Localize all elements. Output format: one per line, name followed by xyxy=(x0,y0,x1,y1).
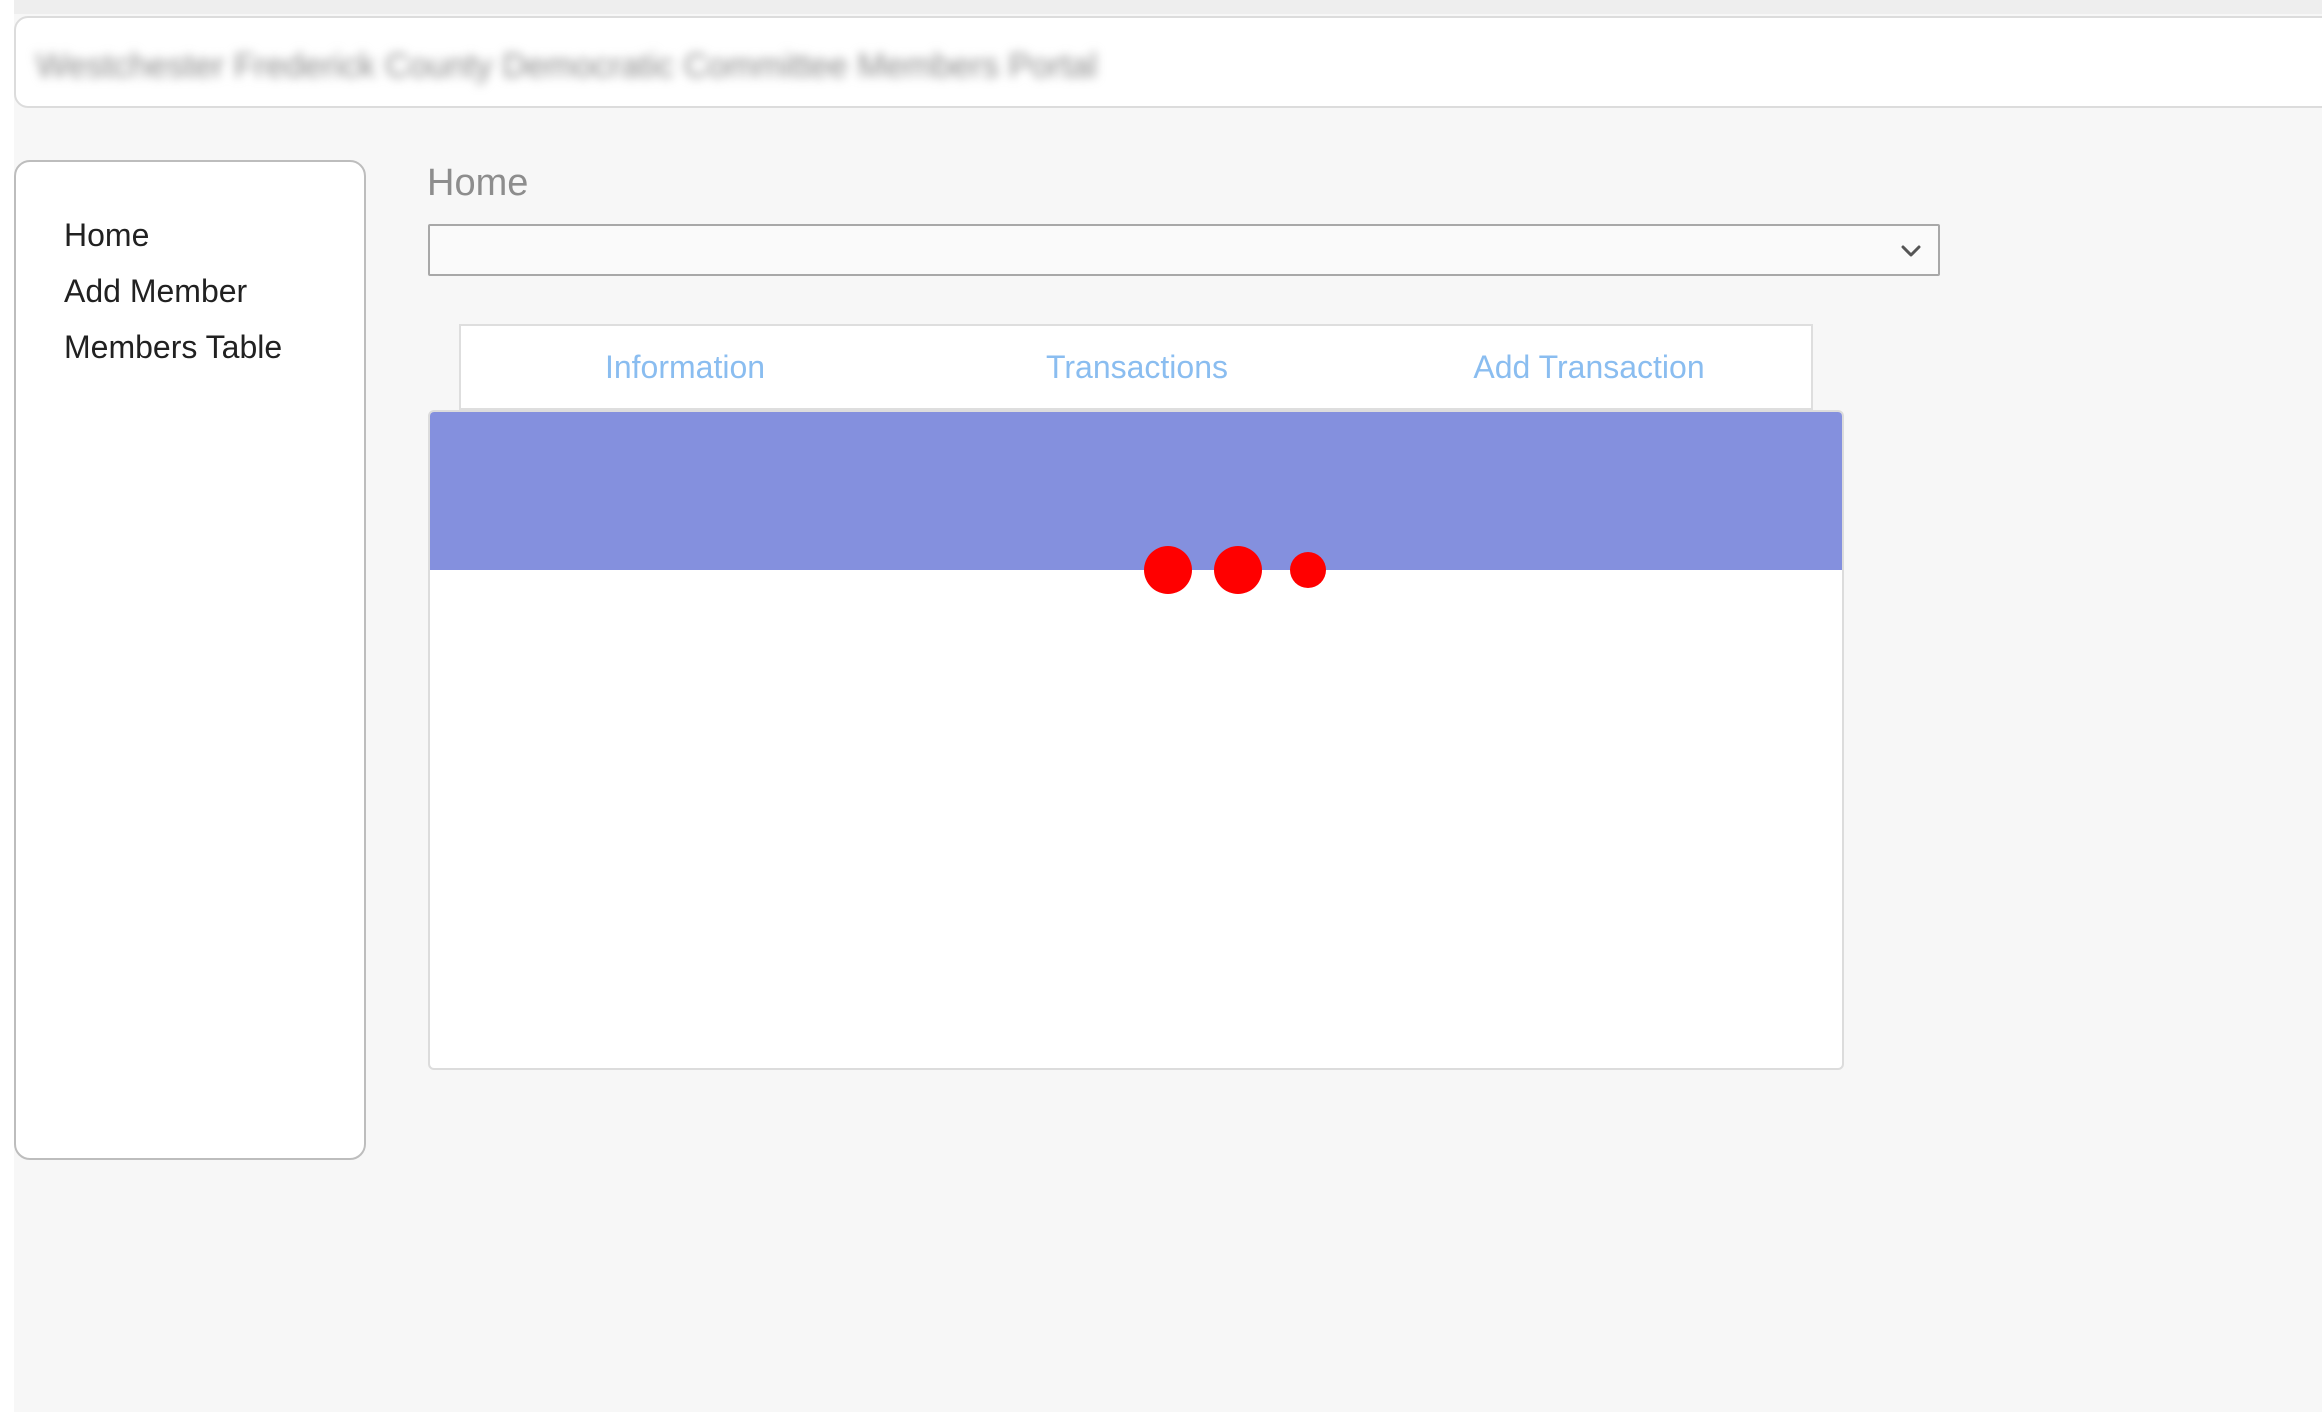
page-title: Home xyxy=(427,162,529,204)
chevron-down-icon xyxy=(1901,245,1921,257)
sidebar: Home Add Member Members Table xyxy=(14,160,366,1160)
member-select[interactable] xyxy=(428,224,1940,276)
sidebar-item-add-member[interactable]: Add Member xyxy=(64,271,247,311)
site-header: Westchester Frederick County Democratic … xyxy=(14,16,2322,108)
tab-transactions[interactable]: Transactions xyxy=(913,326,1361,408)
sidebar-item-home[interactable]: Home xyxy=(64,215,149,255)
card-header-band xyxy=(430,412,1842,570)
site-title: Westchester Frederick County Democratic … xyxy=(36,47,1098,85)
content-card xyxy=(428,410,1844,1070)
top-edge xyxy=(0,0,2322,14)
tab-bar: Information Transactions Add Transaction xyxy=(459,324,1813,410)
sidebar-item-members-table[interactable]: Members Table xyxy=(64,327,282,367)
left-edge xyxy=(0,0,14,1412)
tab-add-transaction[interactable]: Add Transaction xyxy=(1365,326,1813,408)
tab-information[interactable]: Information xyxy=(461,326,909,408)
